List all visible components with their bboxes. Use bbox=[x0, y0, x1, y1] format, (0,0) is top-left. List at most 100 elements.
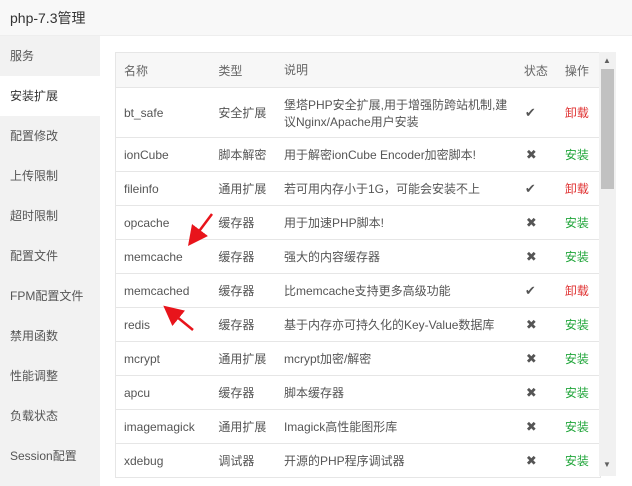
install-button[interactable]: 安装 bbox=[565, 420, 589, 434]
ext-type: 缓存器 bbox=[210, 375, 276, 410]
sidebar-item-performance[interactable]: 性能调整 bbox=[0, 356, 100, 396]
status-cell: ✔ bbox=[515, 273, 557, 308]
install-button[interactable]: 安装 bbox=[565, 216, 589, 230]
status-cell: ✖ bbox=[515, 307, 557, 342]
ext-name: bt_safe bbox=[116, 87, 211, 138]
status-cell: ✖ bbox=[515, 205, 557, 240]
ext-name: memcache bbox=[116, 239, 211, 274]
ext-desc: 用于解密ionCube Encoder加密脚本! bbox=[275, 137, 516, 172]
table-row: apcu 缓存器 脚本缓存器 ✖ 安装 bbox=[116, 375, 600, 410]
action-cell: 卸载 bbox=[556, 273, 600, 308]
status-cell: ✖ bbox=[515, 137, 557, 172]
ext-desc: 强大的内容缓存器 bbox=[275, 239, 516, 274]
header-desc: 说明 bbox=[275, 53, 516, 88]
scrollbar-thumb[interactable] bbox=[601, 69, 614, 189]
sidebar-item-config-file[interactable]: 配置文件 bbox=[0, 236, 100, 276]
ext-name: apcu bbox=[116, 375, 211, 410]
action-cell: 安装 bbox=[556, 307, 600, 342]
header-status: 状态 bbox=[515, 53, 557, 88]
ext-type: 缓存器 bbox=[210, 273, 276, 308]
table-row: bt_safe 安全扩展 堡塔PHP安全扩展,用于增强防跨站机制,建议Nginx… bbox=[116, 87, 600, 138]
action-cell: 安装 bbox=[556, 341, 600, 376]
ext-name: memcached bbox=[116, 273, 211, 308]
install-button[interactable]: 安装 bbox=[565, 250, 589, 264]
sidebar-item-load-status[interactable]: 负载状态 bbox=[0, 396, 100, 436]
check-icon: ✔ bbox=[524, 104, 536, 120]
cross-icon: ✖ bbox=[525, 248, 537, 264]
check-icon: ✔ bbox=[524, 180, 536, 196]
install-button[interactable]: 安装 bbox=[565, 386, 589, 400]
vertical-scrollbar[interactable]: ▲ ▼ bbox=[599, 52, 616, 476]
ext-type: 脚本解密 bbox=[210, 137, 276, 172]
ext-type: 调试器 bbox=[210, 443, 276, 477]
sidebar-item-install-extensions[interactable]: 安装扩展 bbox=[0, 76, 100, 116]
action-cell: 安装 bbox=[556, 375, 600, 410]
sidebar-item-config-edit[interactable]: 配置修改 bbox=[0, 116, 100, 156]
cross-icon: ✖ bbox=[525, 214, 537, 230]
ext-desc: 若可用内存小于1G，可能会安装不上 bbox=[275, 171, 516, 206]
cross-icon: ✖ bbox=[525, 316, 537, 332]
ext-type: 通用扩展 bbox=[210, 409, 276, 444]
sidebar-item-service[interactable]: 服务 bbox=[0, 36, 100, 76]
install-button[interactable]: 安装 bbox=[565, 352, 589, 366]
ext-desc: 基于内存亦可持久化的Key-Value数据库 bbox=[275, 307, 516, 342]
ext-type: 通用扩展 bbox=[210, 171, 276, 206]
ext-name: redis bbox=[116, 307, 211, 342]
table-row: mcrypt 通用扩展 mcrypt加密/解密 ✖ 安装 bbox=[116, 341, 600, 376]
sidebar-item-timeout-limit[interactable]: 超时限制 bbox=[0, 196, 100, 236]
ext-type: 缓存器 bbox=[210, 307, 276, 342]
status-cell: ✔ bbox=[515, 87, 557, 138]
status-cell: ✖ bbox=[515, 443, 557, 477]
status-cell: ✖ bbox=[515, 375, 557, 410]
header-type: 类型 bbox=[210, 53, 276, 88]
install-button[interactable]: 安装 bbox=[565, 318, 589, 332]
ext-type: 缓存器 bbox=[210, 205, 276, 240]
ext-name: mcrypt bbox=[116, 341, 211, 376]
cross-icon: ✖ bbox=[525, 452, 537, 468]
header-action: 操作 bbox=[556, 53, 600, 88]
action-cell: 安装 bbox=[556, 443, 600, 477]
table-row: memcached 缓存器 比memcache支持更多高级功能 ✔ 卸载 bbox=[116, 273, 600, 308]
ext-type: 缓存器 bbox=[210, 239, 276, 274]
action-cell: 卸载 bbox=[556, 87, 600, 138]
window-titlebar: php-7.3管理 bbox=[0, 0, 632, 36]
status-cell: ✖ bbox=[515, 409, 557, 444]
ext-desc: Imagick高性能图形库 bbox=[275, 409, 516, 444]
header-name: 名称 bbox=[116, 53, 211, 88]
install-button[interactable]: 安装 bbox=[565, 148, 589, 162]
sidebar-item-session-config[interactable]: Session配置 bbox=[0, 436, 100, 476]
uninstall-button[interactable]: 卸载 bbox=[565, 284, 589, 298]
table-row: redis 缓存器 基于内存亦可持久化的Key-Value数据库 ✖ 安装 bbox=[116, 307, 600, 342]
table-row: memcache 缓存器 强大的内容缓存器 ✖ 安装 bbox=[116, 239, 600, 274]
action-cell: 安装 bbox=[556, 239, 600, 274]
ext-type: 安全扩展 bbox=[210, 87, 276, 138]
uninstall-button[interactable]: 卸载 bbox=[565, 182, 589, 196]
table-row: opcache 缓存器 用于加速PHP脚本! ✖ 安装 bbox=[116, 205, 600, 240]
action-cell: 安装 bbox=[556, 205, 600, 240]
cross-icon: ✖ bbox=[525, 350, 537, 366]
extensions-table: 名称 类型 说明 状态 操作 bt_safe 安全扩展 堡塔PHP安全扩展,用于… bbox=[116, 53, 600, 477]
ext-name: ionCube bbox=[116, 137, 211, 172]
ext-name: xdebug bbox=[116, 443, 211, 477]
extensions-table-container: 名称 类型 说明 状态 操作 bt_safe 安全扩展 堡塔PHP安全扩展,用于… bbox=[115, 52, 601, 478]
ext-desc: mcrypt加密/解密 bbox=[275, 341, 516, 376]
window-title: php-7.3管理 bbox=[10, 10, 86, 26]
ext-name: opcache bbox=[116, 205, 211, 240]
action-cell: 卸载 bbox=[556, 171, 600, 206]
status-cell: ✔ bbox=[515, 171, 557, 206]
table-header-row: 名称 类型 说明 状态 操作 bbox=[116, 53, 600, 88]
table-row: xdebug 调试器 开源的PHP程序调试器 ✖ 安装 bbox=[116, 443, 600, 477]
sidebar: 服务 安装扩展 配置修改 上传限制 超时限制 配置文件 FPM配置文件 禁用函数… bbox=[0, 36, 100, 486]
scroll-down-icon[interactable]: ▼ bbox=[603, 460, 611, 469]
install-button[interactable]: 安装 bbox=[565, 454, 589, 468]
scroll-up-icon[interactable]: ▲ bbox=[603, 56, 611, 65]
ext-desc: 比memcache支持更多高级功能 bbox=[275, 273, 516, 308]
action-cell: 安装 bbox=[556, 409, 600, 444]
sidebar-item-fpm-config[interactable]: FPM配置文件 bbox=[0, 276, 100, 316]
uninstall-button[interactable]: 卸载 bbox=[565, 106, 589, 120]
ext-desc: 开源的PHP程序调试器 bbox=[275, 443, 516, 477]
sidebar-item-upload-limit[interactable]: 上传限制 bbox=[0, 156, 100, 196]
sidebar-item-disabled-functions[interactable]: 禁用函数 bbox=[0, 316, 100, 356]
ext-desc: 用于加速PHP脚本! bbox=[275, 205, 516, 240]
cross-icon: ✖ bbox=[525, 384, 537, 400]
